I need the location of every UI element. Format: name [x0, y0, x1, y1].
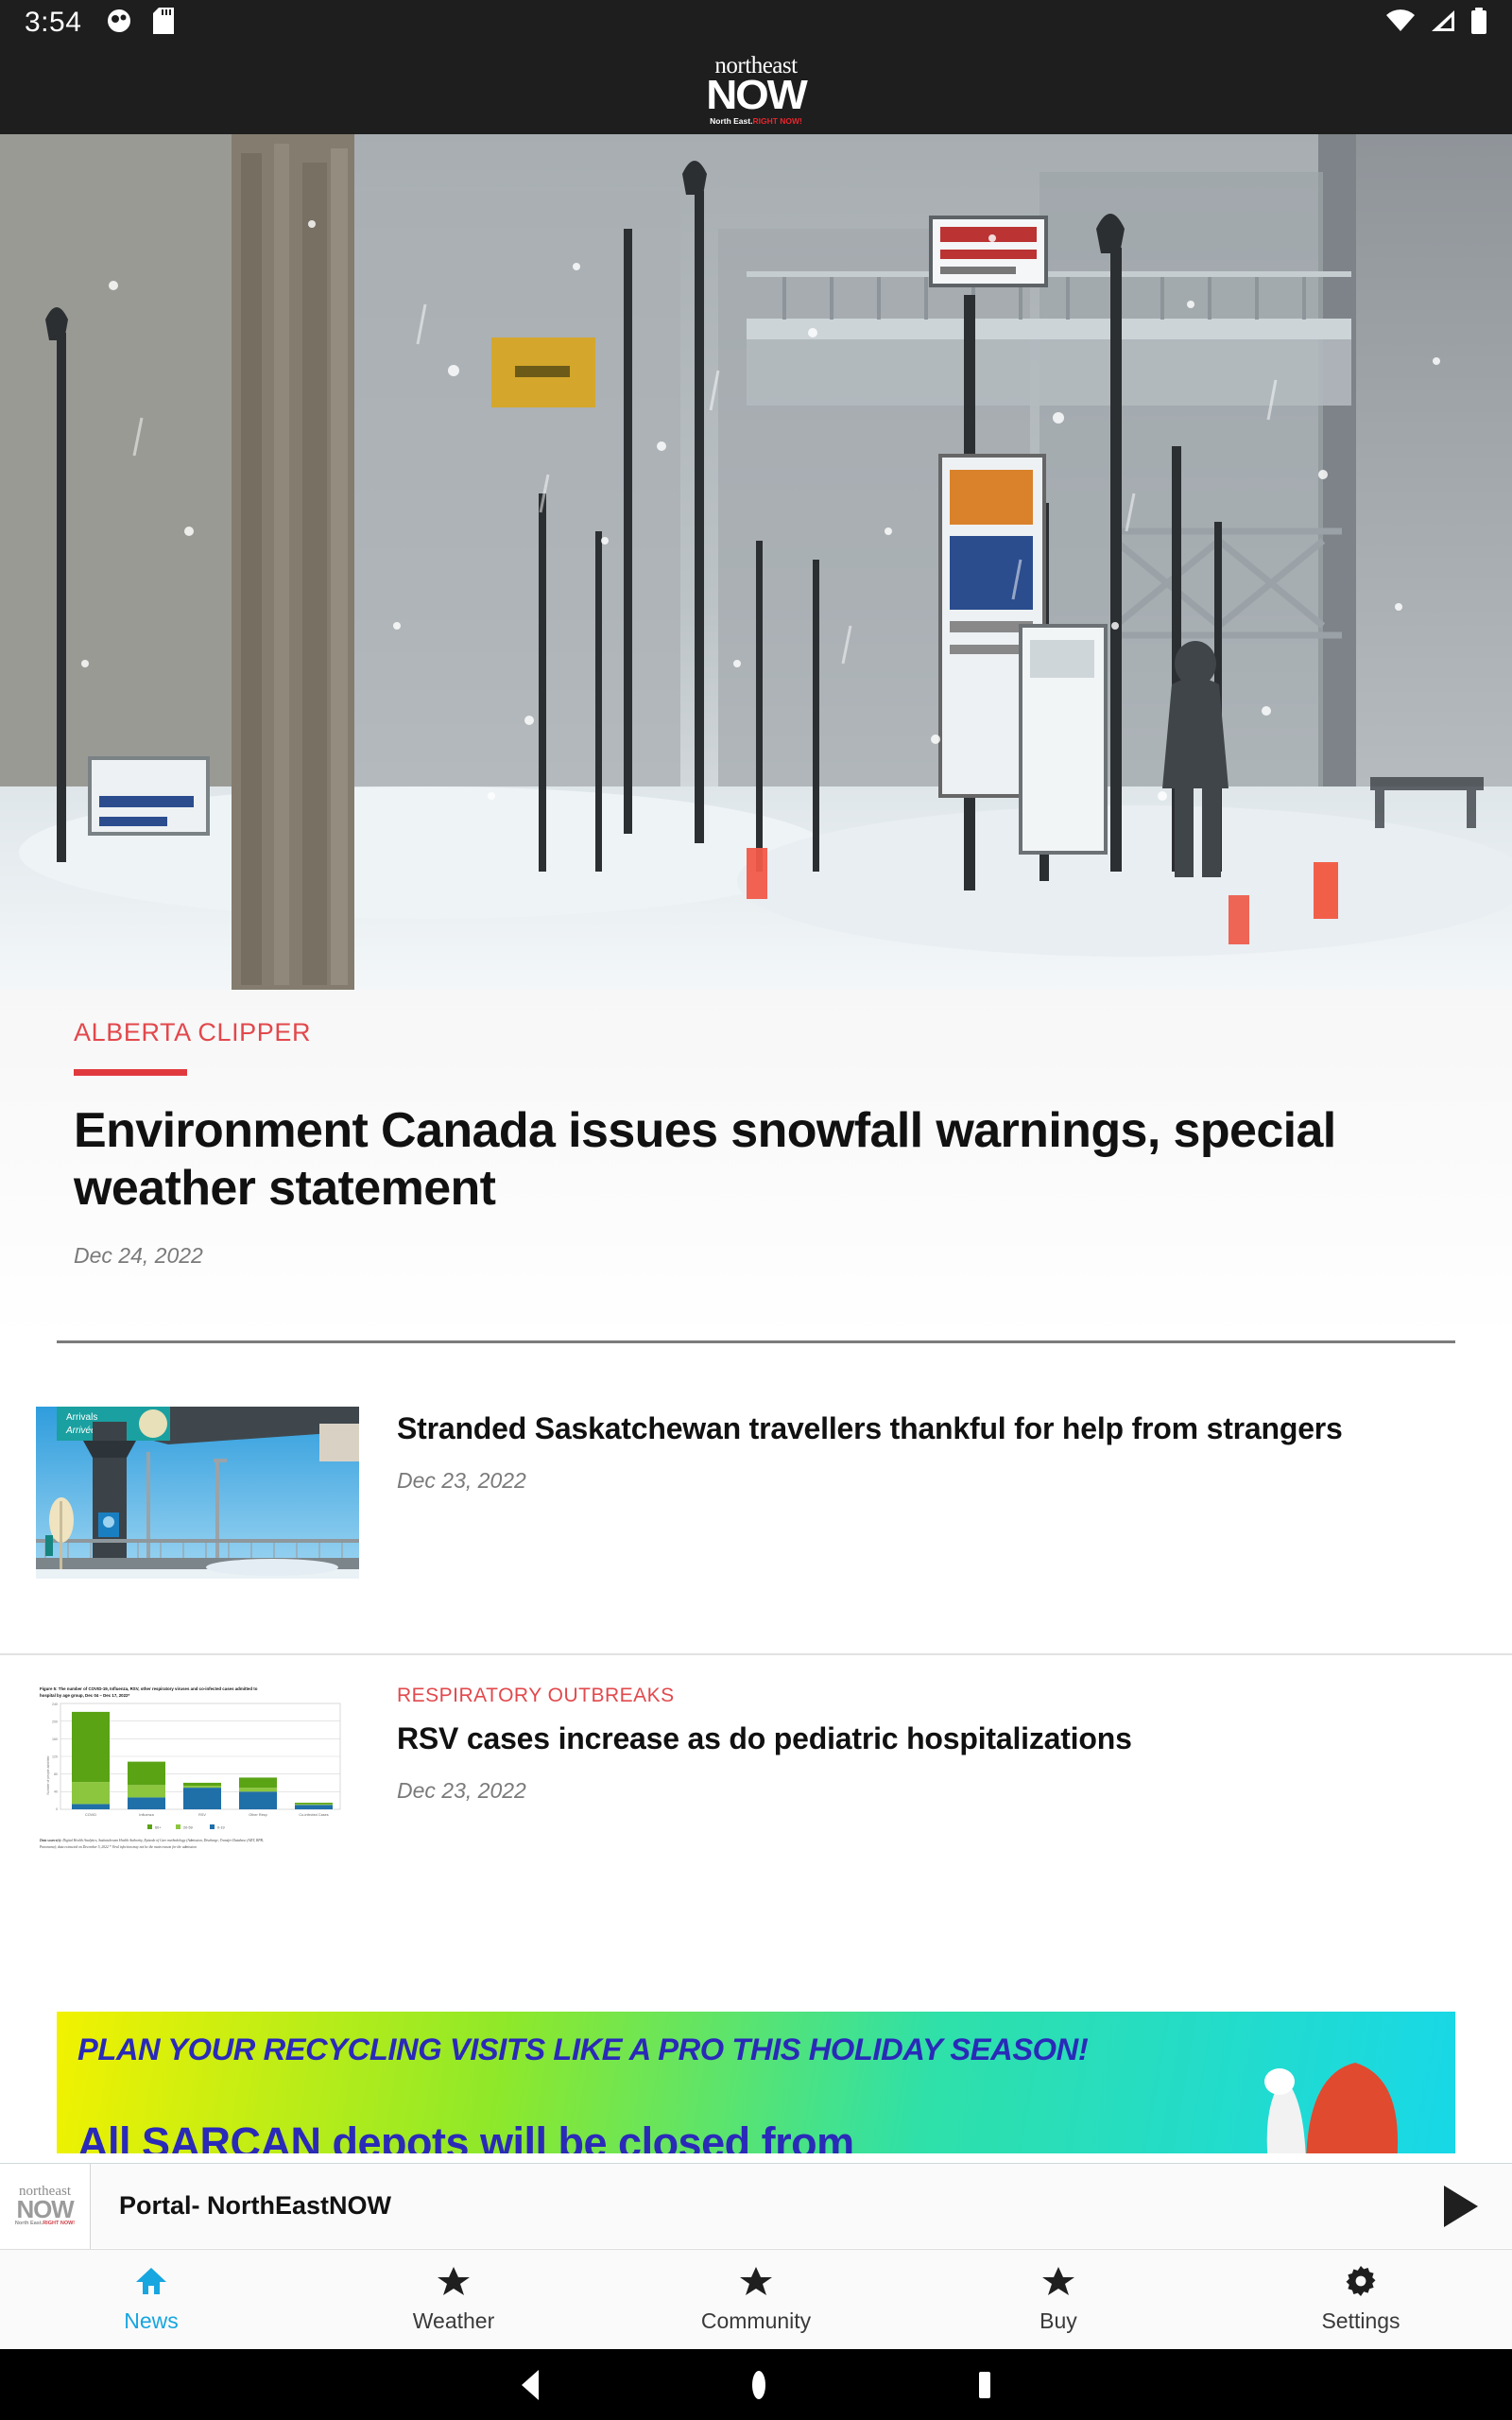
featured-article-accent-rule	[74, 1069, 187, 1076]
brand-logo-line2: NOW	[706, 72, 808, 119]
svg-text:Figure 5: The number of COVID-: Figure 5: The number of COVID-19, Influe…	[40, 1686, 258, 1691]
brand-logo[interactable]: northeast NOW North East.RIGHT NOW!	[696, 54, 816, 126]
tab-label: Settings	[1321, 2308, 1400, 2333]
article-divider	[0, 1653, 1512, 1655]
ad-banner-subtext: All SARCAN depots will be closed from	[77, 2118, 854, 2153]
article-date: Dec 23, 2022	[397, 1778, 526, 1804]
svg-text:Arrivals: Arrivals	[66, 1412, 97, 1423]
svg-text:hospital by age group, Dec 04: hospital by age group, Dec 04 – Dec 17, …	[40, 1693, 129, 1698]
svg-text:Number of people admitted: Number of people admitted	[46, 1755, 50, 1794]
gear-icon	[1346, 2265, 1376, 2297]
tab-label: Community	[700, 2308, 812, 2333]
tab-weather[interactable]: Weather	[302, 2250, 605, 2349]
svg-text:20-59: 20-59	[183, 1825, 193, 1829]
article-content: Stranded Saskatchewan travellers thankfu…	[359, 1407, 1476, 1579]
status-bar-system-icons	[1385, 7, 1487, 39]
home-icon[interactable]	[745, 2368, 773, 2402]
list-item[interactable]: Arrivals Arrivées Stranded Saskatchewan …	[0, 1407, 1512, 1579]
tab-news[interactable]: News	[0, 2250, 302, 2349]
svg-text:RSV: RSV	[198, 1813, 206, 1817]
featured-article-date: Dec 24, 2022	[74, 1242, 203, 1268]
advertisement-banner[interactable]: PLAN YOUR RECYCLING VISITS LIKE A PRO TH…	[57, 2012, 1455, 2153]
svg-text:240: 240	[52, 1703, 58, 1706]
featured-article-headline[interactable]: Environment Canada issues snowfall warni…	[74, 1102, 1397, 1218]
audio-player-bar[interactable]: northeast NOW North East.RIGHT NOW! Port…	[0, 2163, 1512, 2249]
tab-buy[interactable]: Buy	[907, 2250, 1210, 2349]
home-icon	[135, 2265, 167, 2297]
svg-text:40: 40	[54, 1790, 58, 1794]
featured-article-category[interactable]: ALBERTA CLIPPER	[74, 990, 1438, 1047]
article-date: Dec 23, 2022	[397, 1468, 526, 1494]
wifi-icon	[1385, 9, 1416, 38]
svg-text:120: 120	[52, 1755, 58, 1759]
sd-card-icon	[153, 7, 175, 39]
featured-section-divider	[57, 1340, 1455, 1343]
tab-label: Weather	[412, 2308, 495, 2333]
svg-text:Co-infected Cases: Co-infected Cases	[299, 1813, 328, 1817]
status-bar-clock: 3:54	[25, 7, 82, 38]
list-item[interactable]: Figure 5: The number of COVID-19, Influe…	[0, 1681, 1512, 1854]
notification-icon	[106, 8, 132, 39]
svg-text:Influenza: Influenza	[139, 1813, 154, 1817]
cellular-signal-icon	[1429, 9, 1457, 38]
featured-article[interactable]: ALBERTA CLIPPER Environment Canada issue…	[0, 990, 1512, 1340]
android-navigation-bar[interactable]	[0, 2349, 1512, 2420]
article-thumbnail-chart[interactable]: Figure 5: The number of COVID-19, Influe…	[36, 1681, 359, 1854]
recents-icon[interactable]	[971, 2368, 998, 2402]
article-content: RESPIRATORY OUTBREAKS RSV cases increase…	[359, 1681, 1476, 1854]
back-icon[interactable]	[514, 2368, 546, 2402]
audio-player-thumbnail-logo: northeast NOW North East.RIGHT NOW!	[0, 2163, 91, 2249]
tab-label: Buy	[1040, 2308, 1077, 2333]
article-kicker[interactable]: RESPIRATORY OUTBREAKS	[397, 1685, 1476, 1707]
tab-settings[interactable]: Settings	[1210, 2250, 1512, 2349]
tab-community[interactable]: Community	[605, 2250, 907, 2349]
status-bar: 3:54	[0, 0, 1512, 45]
svg-text:80: 80	[54, 1772, 58, 1776]
santa-hat-icon	[1264, 2063, 1398, 2153]
svg-text:0: 0	[56, 1807, 58, 1811]
article-thumbnail-airport[interactable]: Arrivals Arrivées	[36, 1407, 359, 1579]
player-tagline-red: RIGHT NOW!	[43, 2221, 76, 2227]
brand-logo-tagline: North East.RIGHT NOW!	[696, 117, 816, 126]
status-bar-notification-icons	[106, 7, 175, 39]
star-icon	[1042, 2265, 1074, 2297]
star-icon	[438, 2265, 470, 2297]
article-title[interactable]: RSV cases increase as do pediatric hospi…	[397, 1720, 1476, 1757]
svg-text:160: 160	[52, 1737, 58, 1741]
tab-label: News	[124, 2308, 179, 2333]
ad-banner-headline: PLAN YOUR RECYCLING VISITS LIKE A PRO TH…	[77, 2032, 1089, 2066]
audio-player-title: Portal- NorthEastNOW	[119, 2191, 392, 2220]
bottom-tab-bar[interactable]: News Weather Community Buy Settings	[0, 2249, 1512, 2349]
player-logo-tagline: North East.RIGHT NOW!	[8, 2221, 83, 2227]
svg-text:COVID: COVID	[85, 1813, 96, 1817]
star-icon	[740, 2265, 772, 2297]
svg-text:Other Resp: Other Resp	[249, 1813, 266, 1817]
svg-text:0-19: 0-19	[217, 1825, 225, 1829]
player-tagline-white: North East.	[14, 2221, 43, 2227]
article-title[interactable]: Stranded Saskatchewan travellers thankfu…	[397, 1410, 1476, 1447]
svg-text:200: 200	[52, 1720, 58, 1724]
play-icon[interactable]	[1435, 2181, 1486, 2232]
battery-icon	[1470, 7, 1487, 39]
svg-text:60+: 60+	[155, 1825, 162, 1829]
player-logo-line2: NOW	[16, 2195, 75, 2224]
featured-article-hero-image[interactable]	[0, 134, 1512, 990]
app-header: northeast NOW North East.RIGHT NOW!	[0, 45, 1512, 134]
